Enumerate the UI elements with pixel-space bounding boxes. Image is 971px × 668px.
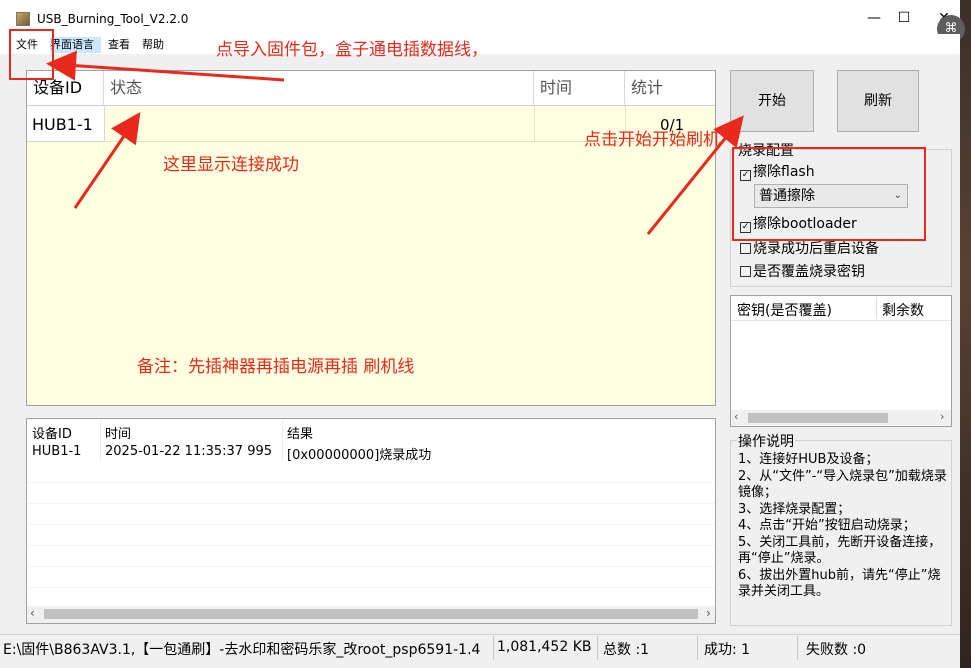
arrow-to-file-menu <box>46 50 285 82</box>
arrow-to-status-cell <box>73 112 141 209</box>
annotation-arrows <box>46 50 744 235</box>
arrow-to-start-button <box>646 115 744 235</box>
